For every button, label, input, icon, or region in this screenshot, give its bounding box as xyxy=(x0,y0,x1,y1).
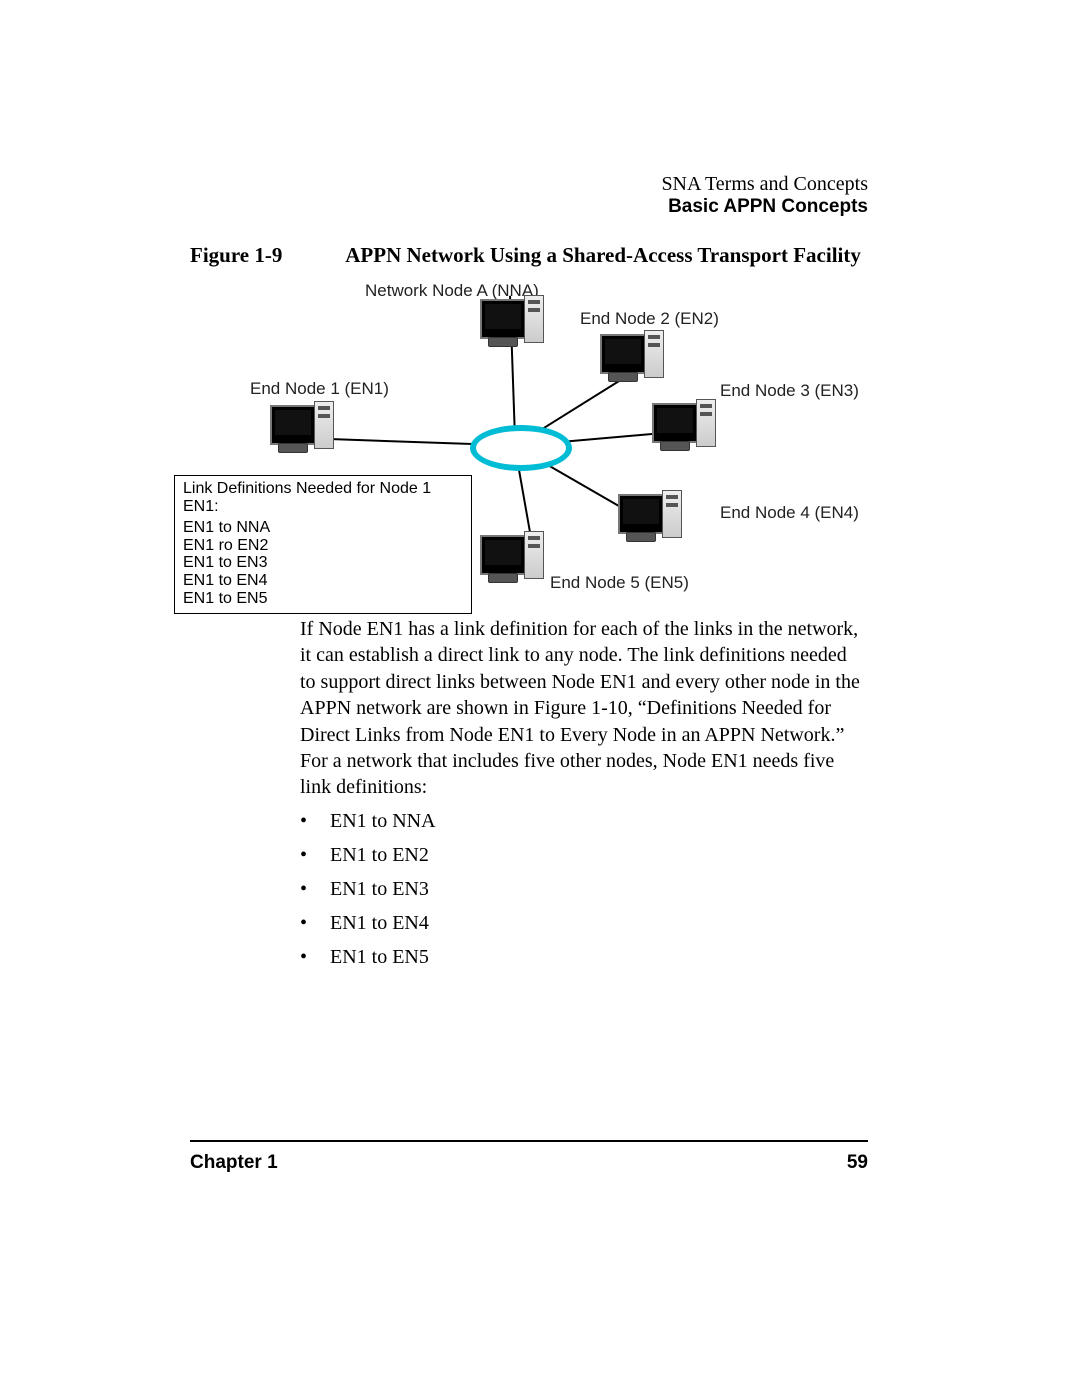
node-label-en2: End Node 2 (EN2) xyxy=(580,309,719,329)
computer-icon xyxy=(618,490,682,554)
linkbox-title: Link Definitions Needed for Node 1 EN1: xyxy=(183,480,463,515)
page-header: SNA Terms and Concepts Basic APPN Concep… xyxy=(661,172,868,219)
bullet-item: EN1 to EN4 xyxy=(300,906,436,940)
computer-icon xyxy=(480,295,544,359)
link-definitions-box: Link Definitions Needed for Node 1 EN1: … xyxy=(174,475,472,614)
page: SNA Terms and Concepts Basic APPN Concep… xyxy=(0,0,1080,1397)
computer-icon xyxy=(480,531,544,595)
linkbox-item: EN1 to EN3 xyxy=(183,554,463,572)
node-label-en4: End Node 4 (EN4) xyxy=(720,503,859,523)
bullet-item: EN1 to NNA xyxy=(300,804,436,838)
node-label-en1: End Node 1 (EN1) xyxy=(250,379,389,399)
network-diagram: Network Node A (NNA) End Node 2 (EN2) En… xyxy=(160,275,860,595)
bullet-item: EN1 to EN2 xyxy=(300,838,436,872)
footer-rule xyxy=(190,1140,868,1142)
header-section-title: SNA Terms and Concepts xyxy=(661,172,868,196)
figure-title: APPN Network Using a Shared-Access Trans… xyxy=(345,243,861,267)
figure-label: Figure 1-9 xyxy=(190,243,310,268)
node-label-en3: End Node 3 (EN3) xyxy=(720,381,859,401)
footer-page-number: 59 xyxy=(847,1152,868,1174)
linkbox-item: EN1 to EN5 xyxy=(183,590,463,608)
bullet-item: EN1 to EN5 xyxy=(300,940,436,974)
computer-icon xyxy=(270,401,334,465)
linkbox-item: EN1 to NNA xyxy=(183,519,463,537)
figure-caption: Figure 1-9 APPN Network Using a Shared-A… xyxy=(190,243,861,268)
computer-icon xyxy=(600,330,664,394)
linkbox-item: EN1 to EN4 xyxy=(183,572,463,590)
linkbox-item: EN1 ro EN2 xyxy=(183,537,463,555)
hub-icon xyxy=(470,425,572,471)
bullet-item: EN1 to EN3 xyxy=(300,872,436,906)
footer-chapter: Chapter 1 xyxy=(190,1152,278,1174)
node-label-en5: End Node 5 (EN5) xyxy=(550,573,689,593)
computer-icon xyxy=(652,399,716,463)
page-footer: Chapter 1 59 xyxy=(190,1152,868,1174)
header-topic-title: Basic APPN Concepts xyxy=(661,196,868,219)
body-paragraph: If Node EN1 has a link definition for ea… xyxy=(300,616,863,801)
bullet-list: EN1 to NNA EN1 to EN2 EN1 to EN3 EN1 to … xyxy=(300,804,436,974)
